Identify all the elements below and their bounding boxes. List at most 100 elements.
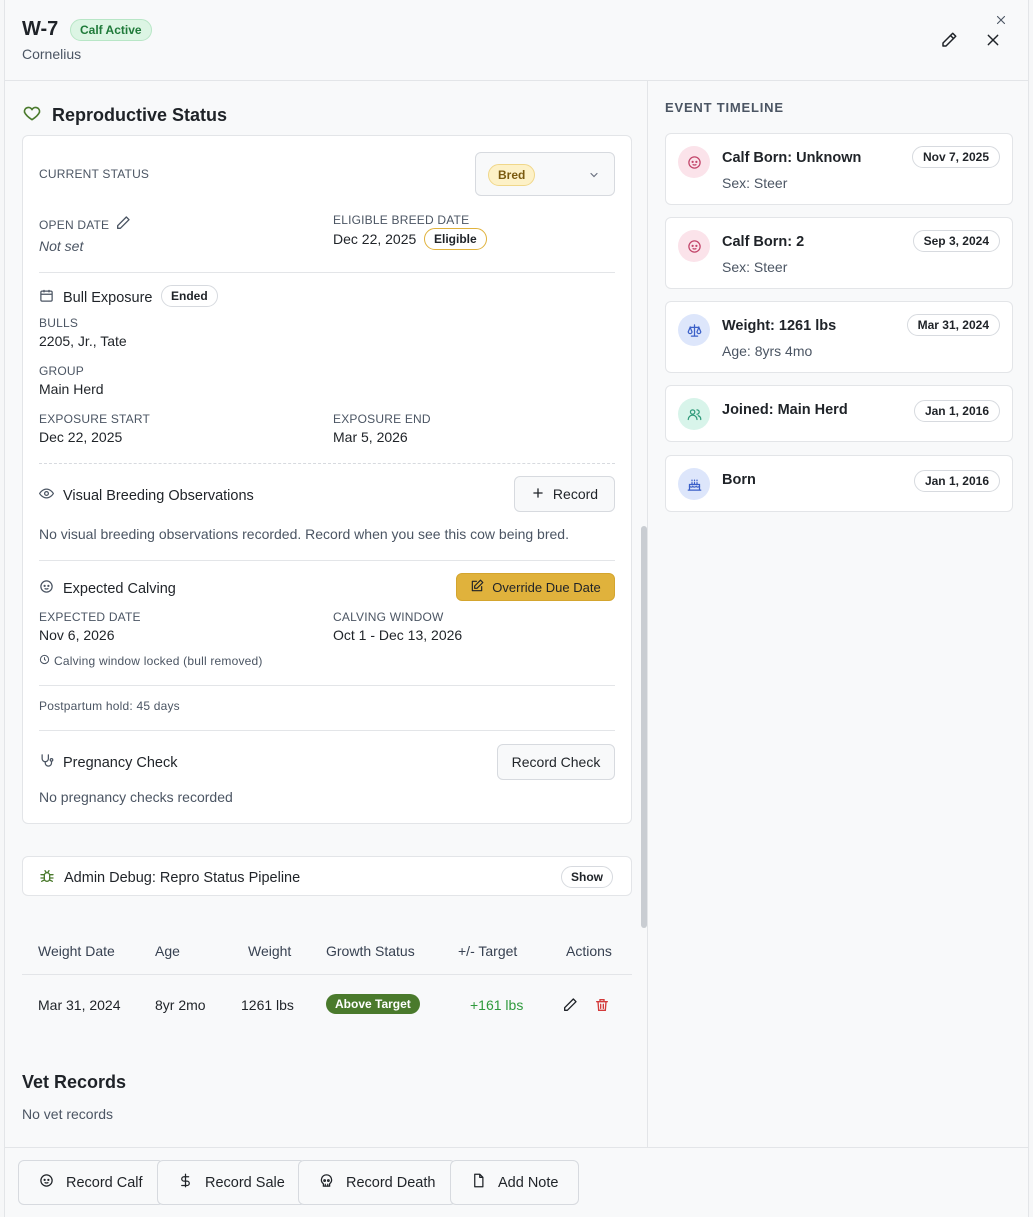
divider: [39, 730, 615, 731]
timeline-event[interactable]: Calf Born: 2 Sex: Steer Sep 3, 2024: [665, 217, 1013, 289]
record-check-button[interactable]: Record Check: [497, 744, 615, 780]
record-calf-button[interactable]: Record Calf: [18, 1160, 164, 1205]
stethoscope-icon: [39, 753, 54, 772]
locked-note: Calving window locked (bull removed): [54, 654, 263, 668]
override-label: Override Due Date: [492, 579, 601, 595]
repro-card: CURRENT STATUS Bred OPEN DATE Not set EL…: [22, 135, 632, 824]
open-date-label-row: OPEN DATE: [39, 215, 131, 234]
calving-window-value: Oct 1 - Dec 13, 2026: [333, 627, 463, 643]
record-sale-button[interactable]: Record Sale: [157, 1160, 306, 1205]
bull-exposure-title: Bull Exposure: [63, 289, 153, 306]
event-date: Sep 3, 2024: [912, 230, 1000, 252]
postpartum-hold: Postpartum hold: 45 days: [39, 699, 180, 713]
observations-heading: Visual Breeding Observations: [38, 486, 254, 505]
col-growth-status: Growth Status: [326, 943, 415, 959]
col-weight: Weight: [248, 943, 292, 959]
repro-section-title: Reproductive Status: [22, 103, 227, 128]
baby-icon: [39, 579, 54, 598]
row-age: 8yr 2mo: [155, 997, 206, 1013]
record-death-label: Record Death: [346, 1174, 436, 1191]
dashed-divider: [39, 463, 615, 464]
eligible-label: ELIGIBLE BREED DATE: [333, 213, 470, 227]
close-icon[interactable]: [981, 28, 1005, 52]
status-badge: Calf Active: [70, 19, 152, 41]
expected-date-value: Nov 6, 2026: [39, 627, 115, 643]
bull-exposure-heading: Bull Exposure: [39, 288, 152, 307]
timeline-event[interactable]: Born Jan 1, 2016: [665, 455, 1013, 512]
col-target: +/- Target: [458, 943, 518, 959]
trash-icon[interactable]: [594, 997, 610, 1018]
divider: [39, 560, 615, 561]
table-row: Mar 31, 2024 8yr 2mo 1261 lbs Above Targ…: [22, 975, 632, 1037]
timeline-event[interactable]: Calf Born: Unknown Sex: Steer Nov 7, 202…: [665, 133, 1013, 205]
group-label: GROUP: [39, 364, 85, 378]
event-title: Joined: Main Herd: [722, 402, 848, 418]
eligible-badge: Eligible: [424, 228, 487, 250]
chevron-down-icon: [588, 168, 600, 186]
exposure-end-value: Mar 5, 2026: [333, 429, 408, 445]
timeline-event[interactable]: Weight: 1261 lbs Age: 8yrs 4mo Mar 31, 2…: [665, 301, 1013, 373]
event-title: Calf Born: Unknown: [722, 150, 862, 166]
exposure-end-label: EXPOSURE END: [333, 412, 431, 426]
growth-status-badge: Above Target: [326, 994, 420, 1014]
observations-title: Visual Breeding Observations: [63, 487, 254, 504]
edit-icon[interactable]: [937, 28, 961, 52]
weight-table-header: Weight Date Age Weight Growth Status +/-…: [22, 929, 632, 975]
pregnancy-heading: Pregnancy Check: [39, 753, 177, 772]
weight-table: Weight Date Age Weight Growth Status +/-…: [22, 929, 632, 1037]
timeline-event[interactable]: Joined: Main Herd Jan 1, 2016: [665, 385, 1013, 442]
col-actions: Actions: [566, 943, 612, 959]
debug-heading: Admin Debug: Repro Status Pipeline: [39, 868, 300, 888]
event-title: Born: [722, 472, 756, 488]
animal-name: Cornelius: [22, 46, 82, 62]
bred-badge: Bred: [488, 164, 536, 186]
exposure-start-label: EXPOSURE START: [39, 412, 151, 426]
row-target: +161 lbs: [470, 997, 524, 1013]
calendar-icon: [39, 288, 54, 307]
event-title: Calf Born: 2: [722, 234, 805, 250]
record-sale-label: Record Sale: [205, 1174, 285, 1191]
ended-badge: Ended: [161, 285, 218, 307]
calving-heading: Expected Calving: [39, 579, 176, 598]
override-due-date-button[interactable]: Override Due Date: [456, 573, 615, 601]
add-note-button[interactable]: Add Note: [450, 1160, 580, 1205]
record-death-button[interactable]: Record Death: [298, 1160, 457, 1205]
record-calf-label: Record Calf: [66, 1174, 143, 1191]
add-note-label: Add Note: [498, 1174, 559, 1191]
scrollbar[interactable]: [641, 526, 647, 928]
pencil-icon[interactable]: [115, 215, 131, 234]
vet-records-title: Vet Records: [22, 1072, 127, 1092]
status-select[interactable]: Bred: [475, 152, 615, 196]
current-status-label: CURRENT STATUS: [39, 167, 150, 181]
debug-title: Admin Debug: Repro Status Pipeline: [64, 870, 301, 886]
expected-date-label: EXPECTED DATE: [39, 610, 141, 624]
bulls-label: BULLS: [39, 316, 79, 330]
event-date: Nov 7, 2025: [911, 146, 1000, 168]
baby-icon: [678, 230, 710, 262]
action-footer: Record Calf Record Sale Record Death Add…: [5, 1147, 1028, 1217]
calving-title: Expected Calving: [63, 580, 176, 597]
cake-icon: [678, 468, 710, 500]
debug-card: Admin Debug: Repro Status Pipeline Show: [22, 856, 632, 896]
animal-detail-panel: W-7 Calf Active Cornelius Reproductive S…: [4, 0, 1029, 1217]
users-icon: [678, 398, 710, 430]
event-date: Jan 1, 2016: [913, 470, 1000, 492]
event-subtitle: Age: 8yrs 4mo: [722, 343, 813, 359]
clock-icon: [39, 654, 50, 668]
skull-icon: [319, 1173, 334, 1192]
debug-show-button[interactable]: Show: [561, 866, 613, 888]
row-date: Mar 31, 2024: [38, 997, 121, 1013]
divider: [39, 272, 615, 273]
bug-icon: [39, 868, 55, 888]
locked-note-row: Calving window locked (bull removed): [39, 654, 263, 668]
edit-weight-icon[interactable]: [562, 997, 578, 1018]
event-subtitle: Sex: Steer: [722, 259, 788, 275]
record-observation-button[interactable]: Record: [514, 476, 615, 512]
main-column: Reproductive Status CURRENT STATUS Bred …: [5, 81, 648, 1147]
baby-icon: [678, 146, 710, 178]
pregnancy-empty: No pregnancy checks recorded: [39, 789, 233, 805]
close-window-icon[interactable]: [993, 12, 1009, 28]
eye-icon: [38, 486, 55, 505]
animal-tag: W-7: [22, 18, 59, 40]
note-icon: [471, 1173, 486, 1192]
